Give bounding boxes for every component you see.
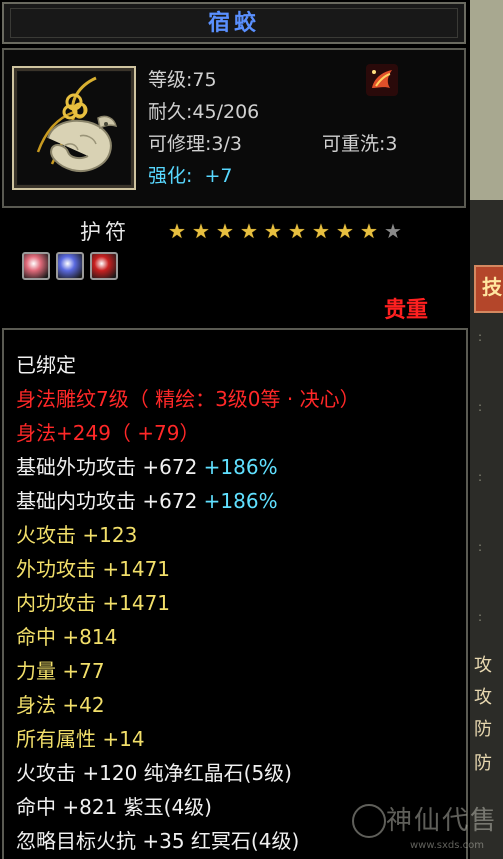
item-durability: 耐久:45/206: [148, 101, 260, 123]
item-enhance: 强化: +7: [148, 164, 232, 188]
attribute-row: 所有属性 +14: [16, 722, 360, 756]
attribute-row: 力量 +77: [16, 654, 360, 688]
attribute-text: +186%: [203, 455, 278, 479]
attribute-row: 身法+249（ +79）: [16, 416, 360, 450]
watermark-logo-icon: [352, 804, 386, 838]
star-filled-icon: ★: [264, 219, 282, 243]
attribute-text: 命中 +814: [16, 625, 118, 649]
watermark-url: www.sxds.com: [410, 840, 485, 851]
red-gem-icon[interactable]: [90, 252, 118, 280]
attribute-row: 基础外功攻击 +672 +186%: [16, 450, 360, 484]
side-panel-tab[interactable]: 技: [474, 265, 503, 313]
attribute-text: 身法雕纹7级（ 精绘：3级0等 · 决心）: [16, 387, 360, 411]
side-stat-label: 防: [474, 719, 492, 740]
blue-gem-icon[interactable]: [56, 252, 84, 280]
side-divider-dots: :: [478, 330, 483, 344]
refine-stars: ★ ★ ★ ★ ★ ★ ★ ★ ★ ★: [166, 220, 406, 242]
side-divider-dots: :: [478, 470, 483, 484]
item-name: 宿蛟: [10, 8, 458, 38]
attribute-panel: 已绑定身法雕纹7级（ 精绘：3级0等 · 决心） 身法+249（ +79） 基础外功…: [2, 328, 468, 859]
item-level: 等级:75: [148, 69, 217, 91]
attribute-text: 身法 +42: [16, 693, 105, 717]
attribute-text: 火攻击 +120 纯净红晶石(5级): [16, 761, 292, 785]
attribute-row: 火攻击 +123: [16, 518, 360, 552]
attribute-row: 已绑定: [16, 348, 360, 382]
star-filled-icon: ★: [336, 219, 354, 243]
background-side-panel: 技 : : : : : 攻 攻 防 防: [468, 0, 503, 859]
enhance-label: 强化:: [148, 165, 193, 187]
attribute-text: 忽略目标火抗 +35 红冥石(4级): [16, 829, 300, 853]
attribute-text: 身法+249（ +79）: [16, 421, 200, 445]
item-header-panel: 等级:75 耐久:45/206 可修理:3/3 可重洗:3 强化: +7: [2, 48, 466, 208]
attribute-row: 基础内功攻击 +672 +186%: [16, 484, 360, 518]
side-stat-label: 攻: [474, 687, 492, 708]
attribute-list: 已绑定身法雕纹7级（ 精绘：3级0等 · 决心） 身法+249（ +79） 基础外功…: [16, 348, 360, 858]
star-filled-icon: ★: [312, 219, 330, 243]
attribute-text: 已绑定: [16, 353, 76, 377]
attribute-row: 命中 +821 紫玉(4级): [16, 790, 360, 824]
attribute-row: 身法 +42: [16, 688, 360, 722]
item-repairable: 可修理:3/3: [148, 133, 242, 155]
attribute-text: 基础内功攻击 +672: [16, 489, 204, 513]
attribute-text: 基础外功攻击 +672: [16, 455, 204, 479]
attribute-row: 命中 +814: [16, 620, 360, 654]
amulet-type-icon: [366, 64, 398, 96]
rarity-label: 贵重: [384, 298, 429, 323]
item-rewash: 可重洗:3: [322, 133, 398, 155]
pink-gem-icon[interactable]: [22, 252, 50, 280]
attribute-row: 火攻击 +120 纯净红晶石(5级): [16, 756, 360, 790]
item-icon-frame[interactable]: [12, 66, 136, 190]
attribute-text: 力量 +77: [16, 659, 105, 683]
side-divider-dots: :: [478, 400, 483, 414]
attribute-row: 外功攻击 +1471: [16, 552, 360, 586]
attribute-row: 忽略目标火抗 +35 红冥石(4级): [16, 824, 360, 858]
side-divider-dots: :: [478, 610, 483, 624]
star-filled-icon: ★: [168, 219, 186, 243]
side-stat-label: 防: [474, 753, 492, 774]
star-empty-icon: ★: [384, 219, 402, 243]
item-tooltip: 宿蛟 等级:75 耐久:45/206 可修理:3/3 可重洗:3 强化: +7 …: [0, 0, 496, 859]
attribute-text: 外功攻击 +1471: [16, 557, 171, 581]
site-watermark: 神仙代售 www.sxds.com: [350, 800, 500, 856]
side-divider-dots: :: [478, 540, 483, 554]
attribute-text: +186%: [203, 489, 278, 513]
enhance-value: +7: [204, 165, 233, 187]
star-filled-icon: ★: [240, 219, 258, 243]
star-filled-icon: ★: [360, 219, 378, 243]
attribute-text: 内功攻击 +1471: [16, 591, 171, 615]
attribute-text: 所有属性 +14: [16, 727, 145, 751]
star-filled-icon: ★: [216, 219, 234, 243]
attribute-text: 命中 +821 紫玉(4级): [16, 795, 212, 819]
socket-gems: [22, 252, 124, 284]
star-filled-icon: ★: [288, 219, 306, 243]
attribute-row: 内功攻击 +1471: [16, 586, 360, 620]
talisman-label: 护符: [80, 220, 130, 244]
attribute-text: 火攻击 +123: [16, 523, 138, 547]
attribute-row: 身法雕纹7级（ 精绘：3级0等 · 决心）: [16, 382, 360, 416]
star-filled-icon: ★: [192, 219, 210, 243]
watermark-title: 神仙代售: [386, 806, 499, 836]
item-title-bar: 宿蛟: [2, 2, 466, 44]
side-stat-label: 攻: [474, 655, 492, 676]
jade-dragon-pendant-icon: [18, 72, 130, 184]
